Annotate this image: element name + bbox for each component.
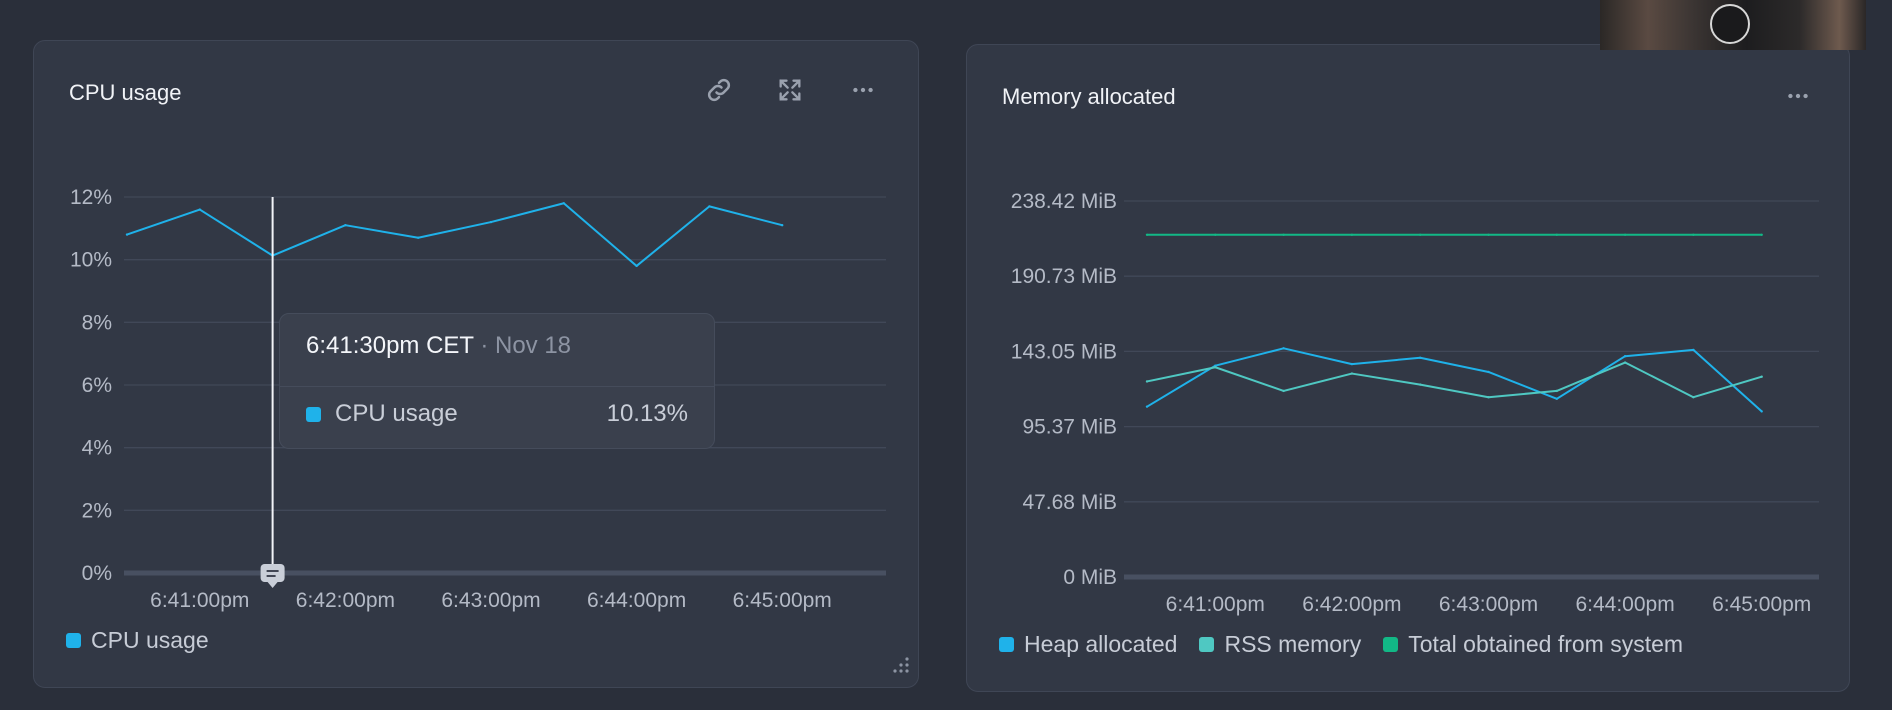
annotation-marker-icon — [260, 564, 285, 588]
y-tick-label: 190.73 MiB — [1011, 265, 1117, 288]
tooltip-time: 6:41:30pm CET — [306, 332, 474, 359]
x-tick-label: 6:45:00pm — [1712, 593, 1811, 616]
legend-item-heap-allocated[interactable]: Heap allocated — [999, 631, 1177, 658]
y-tick-label: 12% — [70, 186, 112, 209]
data-point — [1760, 410, 1763, 413]
x-tick-label: 6:44:00pm — [587, 589, 686, 612]
legend-item-rss-memory[interactable]: RSS memory — [1199, 631, 1361, 658]
cpu-legend: CPU usage — [66, 627, 209, 654]
y-tick-label: 143.05 MiB — [1011, 340, 1117, 363]
legend-label: Total obtained from system — [1408, 631, 1684, 657]
data-point — [1555, 389, 1558, 393]
tooltip-header: 6:41:30pm CET · Nov 18 — [306, 332, 571, 360]
data-point — [1555, 233, 1558, 236]
tooltip-divider — [280, 386, 714, 387]
x-tick-label: 6:43:00pm — [441, 589, 540, 612]
data-point — [1419, 383, 1422, 386]
x-tick-label: 6:42:00pm — [296, 589, 395, 612]
series-line-heap-allocated — [1146, 347, 1763, 413]
data-point — [1214, 366, 1217, 369]
y-tick-label: 8% — [82, 311, 112, 334]
data-point — [635, 264, 638, 268]
webcam-overlay — [1600, 0, 1866, 50]
legend-label: CPU usage — [91, 627, 209, 653]
resize-handle-icon[interactable] — [892, 656, 910, 679]
y-tick-label: 6% — [82, 374, 112, 397]
data-point — [1760, 375, 1763, 378]
legend-swatch — [1383, 637, 1399, 652]
x-tick-label: 6:41:00pm — [150, 589, 249, 612]
y-tick-label: 238.42 MiB — [1011, 190, 1117, 213]
tooltip-value: 10.13% — [606, 400, 688, 427]
y-tick-label: 4% — [82, 437, 112, 460]
memory-legend: Heap allocated RSS memory Total obtained… — [999, 631, 1683, 658]
data-point — [125, 233, 129, 236]
data-point — [489, 220, 493, 224]
x-tick-label: 6:44:00pm — [1575, 593, 1674, 616]
memory-allocated-chart[interactable]: 0 MiB 47.68 MiB 95.37 MiB 143.05 MiB 190.73 … — [967, 45, 1851, 693]
data-point — [1692, 233, 1695, 236]
y-tick-label: 0% — [82, 562, 112, 585]
data-point — [344, 224, 347, 227]
tooltip-swatch — [306, 406, 321, 422]
y-tick-label: 0 MiB — [1063, 566, 1117, 589]
y-tick-label: 47.68 MiB — [1022, 491, 1117, 514]
data-point — [1282, 233, 1285, 236]
data-point — [1145, 405, 1149, 408]
data-point — [417, 236, 420, 239]
data-point — [1145, 233, 1149, 236]
tooltip-date: · Nov 18 — [480, 332, 572, 359]
data-point — [1623, 355, 1627, 358]
data-point — [1419, 356, 1422, 359]
data-point — [1487, 370, 1490, 374]
tooltip-row: CPU usage 10.13% — [306, 400, 688, 428]
legend-swatch — [999, 637, 1014, 652]
data-point — [1419, 233, 1422, 236]
series-line-rss-memory — [1146, 361, 1762, 399]
data-point — [1282, 389, 1285, 393]
x-tick-label: 6:41:00pm — [1166, 593, 1265, 616]
x-tick-label: 6:42:00pm — [1302, 593, 1401, 616]
data-point — [1623, 233, 1627, 236]
data-point — [1350, 362, 1354, 366]
series-line-cpu-usage — [126, 202, 783, 267]
legend-swatch — [1199, 637, 1215, 652]
data-point — [708, 205, 711, 208]
data-point — [1145, 380, 1149, 383]
data-point — [1692, 348, 1695, 352]
data-point — [1214, 233, 1217, 236]
legend-item-cpu-usage[interactable]: CPU usage — [66, 627, 209, 654]
y-tick-label: 2% — [82, 499, 112, 522]
camera-logo-icon — [1710, 4, 1750, 44]
legend-item-total-obtained[interactable]: Total obtained from system — [1383, 631, 1683, 658]
data-point — [1692, 396, 1695, 399]
x-tick-label: 6:45:00pm — [733, 589, 832, 612]
annotation-marker-tip — [267, 582, 278, 588]
y-tick-label: 95.37 MiB — [1022, 416, 1117, 439]
data-point — [1555, 397, 1558, 400]
data-point — [1623, 361, 1627, 364]
data-point — [1282, 347, 1285, 350]
data-point — [1350, 372, 1354, 375]
data-point — [562, 202, 565, 205]
data-point — [1487, 396, 1490, 399]
data-point — [781, 224, 784, 227]
data-point — [1487, 233, 1490, 236]
data-point — [1350, 233, 1354, 236]
memory-allocated-panel: Memory allocated 0 MiB 47.68 MiB 95.37 MiB… — [966, 44, 1850, 692]
data-point — [198, 208, 201, 211]
legend-label: RSS memory — [1224, 631, 1362, 657]
data-point — [1760, 233, 1763, 236]
legend-label: Heap allocated — [1024, 631, 1178, 657]
legend-swatch — [66, 633, 81, 648]
tooltip-series-label: CPU usage — [335, 400, 458, 427]
x-tick-label: 6:43:00pm — [1439, 593, 1538, 616]
y-tick-label: 10% — [70, 249, 112, 272]
annotation-marker-body — [260, 564, 285, 582]
chart-tooltip: 6:41:30pm CET · Nov 18 CPU usage 10.13% — [279, 313, 715, 449]
